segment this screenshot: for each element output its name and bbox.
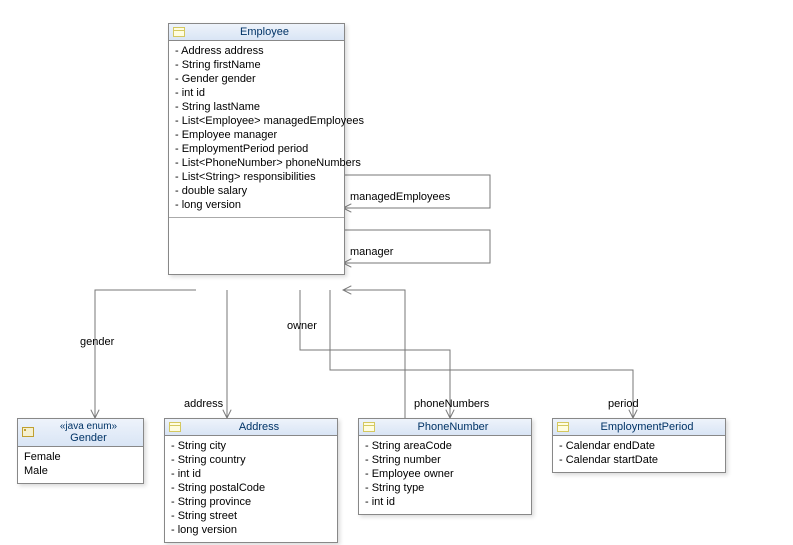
edge-label-manager: manager <box>350 246 393 258</box>
class-body: - Address address - String firstName - G… <box>169 41 344 217</box>
edge-label-period: period <box>608 398 639 410</box>
class-icon <box>169 422 181 432</box>
attr: - Address address <box>175 44 338 58</box>
attr: - Employee owner <box>365 467 525 481</box>
attr: - long version <box>175 198 338 212</box>
attr: - String areaCode <box>365 439 525 453</box>
class-title: EmploymentPeriod <box>573 421 721 433</box>
class-gender[interactable]: «java enum» Gender Female Male <box>17 418 144 484</box>
attr: - int id <box>175 86 338 100</box>
attr: - long version <box>171 523 331 537</box>
attr: - String street <box>171 509 331 523</box>
class-employee[interactable]: Employee - Address address - String firs… <box>168 23 345 275</box>
attr: - String firstName <box>175 58 338 72</box>
class-body: - String areaCode - String number - Empl… <box>359 436 531 514</box>
class-header: «java enum» Gender <box>18 419 143 447</box>
edge-label-managedemployees: managedEmployees <box>350 191 450 203</box>
edge-gender <box>95 290 196 418</box>
class-title: Employee <box>189 26 340 38</box>
attr: - Employee manager <box>175 128 338 142</box>
attr: - String type <box>365 481 525 495</box>
edge-label-owner: owner <box>287 320 317 332</box>
enum-icon <box>22 427 34 437</box>
edge-owner <box>343 290 405 418</box>
attr: - EmploymentPeriod period <box>175 142 338 156</box>
class-body: Female Male <box>18 447 143 483</box>
attr: - String postalCode <box>171 481 331 495</box>
attr: - Gender gender <box>175 72 338 86</box>
attr: - String lastName <box>175 100 338 114</box>
class-header: PhoneNumber <box>359 419 531 436</box>
class-body: - Calendar endDate - Calendar startDate <box>553 436 725 472</box>
class-icon <box>363 422 375 432</box>
attr: - List<String> responsibilities <box>175 170 338 184</box>
class-title: PhoneNumber <box>379 421 527 433</box>
class-title: «java enum» Gender <box>38 421 139 444</box>
class-phonenumber[interactable]: PhoneNumber - String areaCode - String n… <box>358 418 532 515</box>
literal: Female <box>24 450 137 464</box>
class-header: Address <box>165 419 337 436</box>
attr: - String number <box>365 453 525 467</box>
attr: - int id <box>365 495 525 509</box>
class-address[interactable]: Address - String city - String country -… <box>164 418 338 543</box>
edge-label-phonenumbers: phoneNumbers <box>414 398 489 410</box>
literal: Male <box>24 464 137 478</box>
attr: - double salary <box>175 184 338 198</box>
edge-label-address: address <box>184 398 223 410</box>
uml-diagram: gender address owner phoneNumbers period… <box>0 0 793 545</box>
attr: - String city <box>171 439 331 453</box>
attr: - Calendar endDate <box>559 439 719 453</box>
class-empty-compartment <box>169 217 344 274</box>
class-employmentperiod[interactable]: EmploymentPeriod - Calendar endDate - Ca… <box>552 418 726 473</box>
attr: - List<Employee> managedEmployees <box>175 114 338 128</box>
attr: - Calendar startDate <box>559 453 719 467</box>
class-title: Address <box>185 421 333 433</box>
attr: - String country <box>171 453 331 467</box>
attr: - String province <box>171 495 331 509</box>
attr: - List<PhoneNumber> phoneNumbers <box>175 156 338 170</box>
class-icon <box>173 27 185 37</box>
attr: - int id <box>171 467 331 481</box>
class-header: EmploymentPeriod <box>553 419 725 436</box>
class-body: - String city - String country - int id … <box>165 436 337 542</box>
class-icon <box>557 422 569 432</box>
class-header: Employee <box>169 24 344 41</box>
edge-label-gender: gender <box>80 336 114 348</box>
stereotype: «java enum» <box>38 421 139 432</box>
